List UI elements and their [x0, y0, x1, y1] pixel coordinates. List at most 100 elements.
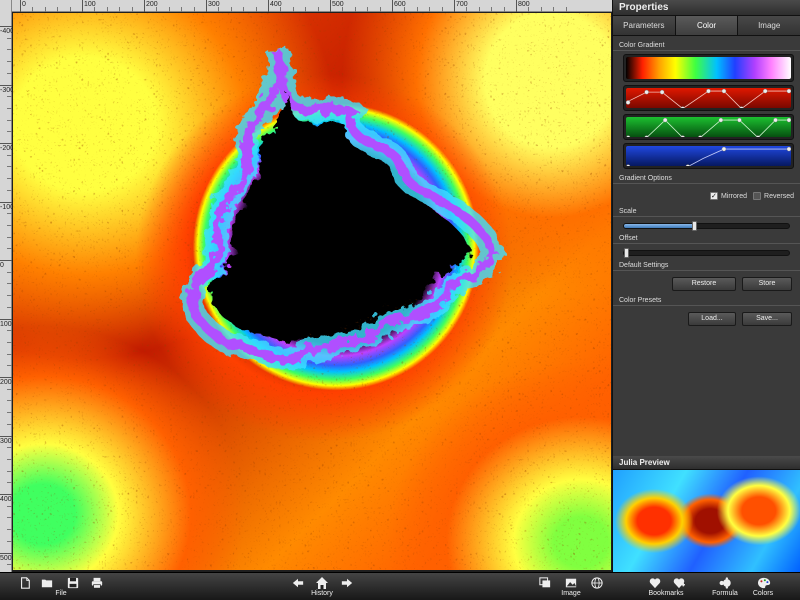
ruler-minor-tick: [7, 283, 12, 285]
formula-label: Formula: [712, 590, 738, 597]
reversed-checkbox[interactable]: Reversed: [753, 192, 794, 200]
ruler-minor-tick: [7, 119, 12, 121]
ruler-minor-tick: [7, 224, 12, 226]
save-preset-button[interactable]: Save...: [742, 312, 792, 326]
ruler-tick: [0, 552, 12, 554]
red-channel-curve[interactable]: [623, 85, 794, 111]
gradient-preview[interactable]: [623, 54, 794, 82]
ruler-minor-tick: [44, 7, 46, 12]
scale-slider[interactable]: [623, 221, 790, 231]
offset-slider[interactable]: [623, 248, 790, 258]
ruler-minor-tick: [7, 517, 12, 519]
top-ruler: 0 100 200 300 400 500 600 700 800: [0, 0, 612, 12]
ruler-tick: [0, 494, 12, 495]
color-presets-buttons: Load... Save...: [613, 306, 800, 326]
ruler-tick-label: 400: [0, 496, 12, 503]
ruler-minor-tick: [7, 412, 12, 414]
ruler-minor-tick: [119, 7, 121, 12]
ruler-tick: [0, 260, 12, 261]
ruler-minor-tick: [7, 178, 12, 180]
ruler-minor-tick: [305, 7, 307, 12]
ruler-minor-tick: [7, 166, 12, 168]
ruler-minor-tick: [7, 96, 12, 98]
red-channel-fill: [626, 88, 791, 108]
globe-icon[interactable]: [590, 577, 604, 589]
back-arrow-icon[interactable]: [291, 577, 305, 589]
offset-slider-knob[interactable]: [624, 248, 629, 258]
ruler-tick-label: 200: [0, 379, 12, 386]
ruler-tick: [0, 26, 12, 27]
home-icon[interactable]: [314, 576, 330, 590]
default-settings-label: Default Settings: [613, 261, 800, 271]
image-label: Image: [561, 590, 581, 597]
reversed-label: Reversed: [764, 192, 794, 200]
ruler-minor-tick: [7, 248, 12, 250]
blue-channel-curve[interactable]: [623, 143, 794, 169]
ruler-minor-tick: [466, 7, 468, 12]
store-button[interactable]: Store: [742, 277, 792, 291]
ruler-tick-label: 300: [0, 437, 12, 445]
reversed-checkbox-box: [753, 192, 762, 200]
ruler-minor-tick: [7, 388, 12, 390]
formula-fractal-icon[interactable]: [718, 577, 734, 589]
load-preset-button[interactable]: Load...: [688, 312, 736, 326]
ruler-minor-tick: [7, 189, 12, 191]
ruler-minor-tick: [7, 330, 12, 332]
ruler-minor-tick: [404, 7, 406, 12]
ruler-minor-tick: [540, 7, 542, 12]
ruler-minor-tick: [7, 458, 12, 460]
ruler-minor-tick: [7, 271, 12, 273]
bookmarks-label: Bookmarks: [648, 590, 684, 597]
green-channel-curve[interactable]: [623, 114, 794, 140]
ruler-minor-tick: [106, 7, 108, 12]
mirrored-checkbox[interactable]: ✓ Mirrored: [709, 192, 748, 200]
ruler-minor-tick: [7, 131, 12, 133]
tab-image[interactable]: Image: [738, 16, 800, 35]
ruler-tick-label: 500: [0, 554, 12, 562]
mandelbrot-set-image: [13, 13, 611, 570]
ruler-tick: [0, 201, 12, 203]
ruler-minor-tick: [230, 7, 232, 12]
ruler-minor-tick: [7, 61, 12, 63]
tab-parameters[interactable]: Parameters: [613, 16, 676, 35]
heart-icon[interactable]: [648, 577, 662, 589]
color-gradient-label: Color Gradient: [613, 41, 800, 51]
ruler-tick: [0, 435, 12, 437]
save-disk-icon[interactable]: [66, 577, 80, 589]
ruler-minor-tick: [354, 7, 356, 12]
gallery-icon[interactable]: [538, 577, 552, 589]
scale-label: Scale: [613, 207, 800, 217]
ruler-minor-tick: [317, 7, 319, 12]
image-icon[interactable]: [564, 577, 578, 589]
palette-icon[interactable]: [756, 577, 772, 589]
blue-channel-fill: [626, 146, 791, 166]
restore-button[interactable]: Restore: [672, 277, 736, 291]
ruler-minor-tick: [528, 7, 530, 12]
ruler-tick-label: -300: [0, 86, 15, 94]
ruler-minor-tick: [7, 72, 12, 74]
ruler-minor-tick: [7, 423, 12, 425]
history-label: History: [311, 590, 333, 597]
print-icon[interactable]: [90, 577, 104, 589]
file-label: File: [55, 590, 67, 597]
scale-slider-fill: [624, 224, 695, 228]
scale-slider-knob[interactable]: [691, 221, 697, 231]
mirrored-label: Mirrored: [720, 192, 748, 200]
julia-preview-image[interactable]: [612, 470, 800, 572]
ruler-minor-tick: [7, 482, 12, 484]
open-folder-icon[interactable]: [40, 577, 54, 589]
fractal-canvas[interactable]: [13, 13, 611, 570]
ruler-minor-tick: [7, 154, 12, 156]
ruler-minor-tick: [7, 306, 12, 308]
left-ruler: -400 -300 -200 -100 0 100 200 300 400 500: [0, 0, 15, 572]
new-file-icon[interactable]: [18, 577, 32, 589]
ruler-minor-tick: [156, 7, 158, 12]
default-settings-buttons: Restore Store: [613, 271, 800, 291]
forward-arrow-icon[interactable]: [340, 577, 354, 589]
ruler-minor-tick: [218, 7, 220, 12]
tab-color[interactable]: Color: [675, 16, 739, 35]
add-bookmark-icon[interactable]: [672, 577, 686, 589]
colors-label: Colors: [752, 590, 774, 597]
ruler-minor-tick: [503, 7, 505, 12]
ruler-minor-tick: [243, 7, 245, 12]
